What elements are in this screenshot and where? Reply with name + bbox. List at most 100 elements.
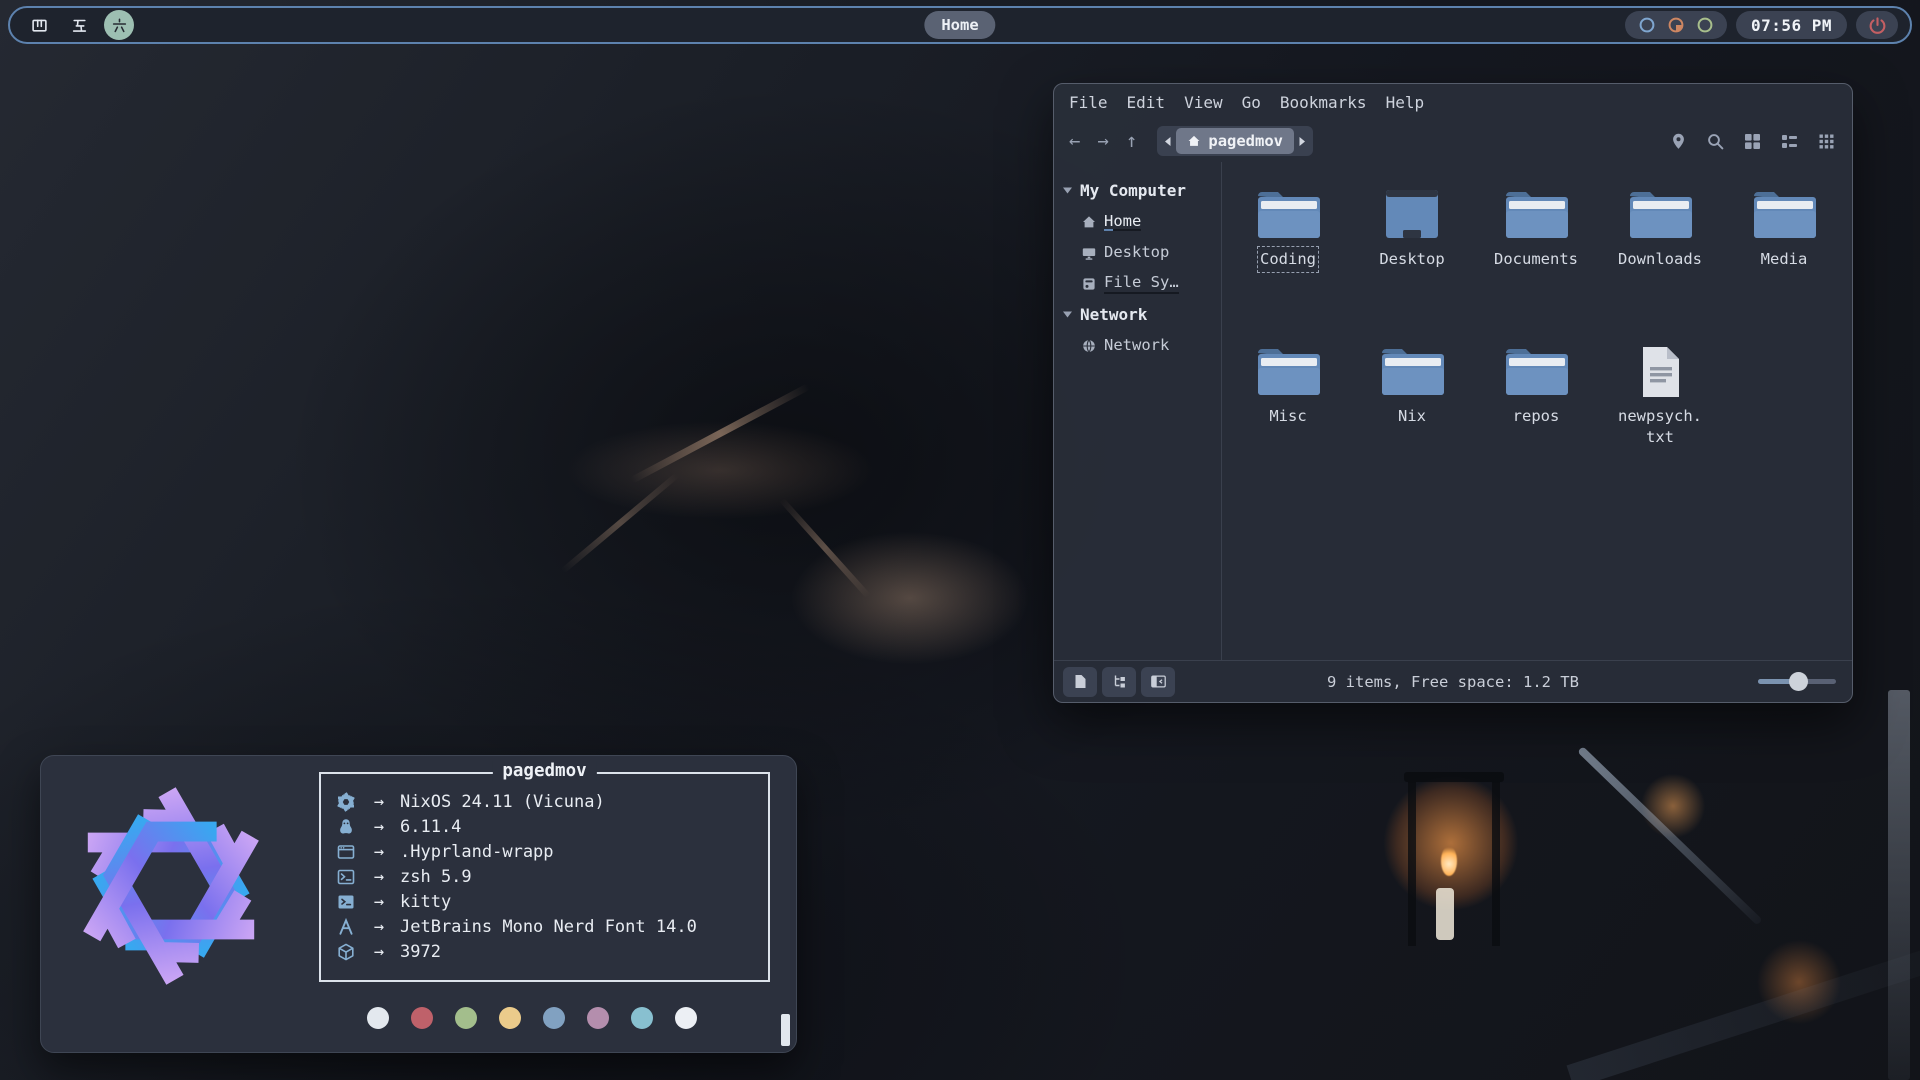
fetch-value: .Hyprland-wrapp	[400, 842, 554, 862]
menu-bar: File Edit View Go Bookmarks Help	[1054, 84, 1852, 120]
font-icon	[334, 917, 358, 937]
packages-icon	[334, 942, 358, 962]
sidebar-item-network[interactable]: Network	[1054, 330, 1221, 361]
forward-button[interactable]: →	[1097, 130, 1108, 152]
color-palette	[367, 1007, 697, 1029]
lantern	[1404, 772, 1504, 782]
palette-dot	[675, 1007, 697, 1029]
wm-icon	[334, 842, 358, 862]
menu-edit[interactable]: Edit	[1127, 93, 1166, 112]
circle-outline-green-icon	[1696, 16, 1714, 34]
power-button[interactable]	[1856, 11, 1898, 39]
file-nix[interactable]: Nix	[1350, 329, 1474, 486]
menu-view[interactable]: View	[1184, 93, 1223, 112]
circle-outline-blue-icon	[1638, 16, 1656, 34]
search-icon[interactable]	[1706, 132, 1725, 151]
file-misc[interactable]: Misc	[1226, 329, 1350, 486]
sidebar-item-home[interactable]: Home	[1054, 206, 1221, 237]
arrow-icon: →	[358, 917, 400, 937]
slider-knob[interactable]	[1789, 672, 1808, 691]
desktop-icon	[1081, 245, 1097, 261]
file-desktop[interactable]: Desktop	[1350, 172, 1474, 329]
fetch-rows: →NixOS 24.11 (Vicuna)→6.11.4→.Hyprland-w…	[321, 774, 768, 964]
path-segment-button[interactable]: pagedmov	[1176, 128, 1294, 154]
menu-bookmarks[interactable]: Bookmarks	[1280, 93, 1367, 112]
nav-buttons: ← → ↑	[1069, 130, 1137, 152]
fetch-row-terminal: →kitty	[334, 889, 768, 914]
arrow-icon: →	[358, 892, 400, 912]
power-icon	[1868, 16, 1887, 35]
location-pin-icon[interactable]	[1669, 132, 1688, 151]
file-label: Media	[1761, 249, 1808, 270]
section-label: My Computer	[1080, 181, 1186, 200]
toolbar-actions	[1669, 132, 1836, 151]
folder-icon	[1256, 184, 1320, 240]
menu-help[interactable]: Help	[1386, 93, 1425, 112]
status-indicators	[1625, 11, 1727, 39]
path-scroll-left-icon[interactable]	[1159, 136, 1176, 147]
side-pane-toggle-button[interactable]	[1141, 667, 1175, 697]
file-label: Nix	[1398, 406, 1426, 427]
file-label: newpsych.txt	[1616, 406, 1704, 448]
back-button[interactable]: ←	[1069, 130, 1080, 152]
sidebar-section-my-computer[interactable]: My Computer	[1054, 175, 1221, 206]
menu-file[interactable]: File	[1069, 93, 1108, 112]
fetch-widget: pagedmov →NixOS 24.11 (Vicuna)→6.11.4→.H…	[40, 755, 797, 1053]
sidebar-section-network[interactable]: Network	[1054, 299, 1221, 330]
folder-icon	[1504, 184, 1568, 240]
sidebar-item-filesy[interactable]: File Sy…	[1054, 268, 1221, 299]
drive-icon	[1081, 276, 1097, 292]
status-bar: 9 items, Free space: 1.2 TB	[1054, 660, 1852, 702]
file-coding[interactable]: Coding	[1226, 172, 1350, 329]
fetch-row-nixos: →NixOS 24.11 (Vicuna)	[334, 789, 768, 814]
arrow-icon: →	[358, 817, 400, 837]
arrow-icon: →	[358, 842, 400, 862]
palette-dot	[499, 1007, 521, 1029]
file-media[interactable]: Media	[1722, 172, 1846, 329]
compact-view-icon[interactable]	[1817, 132, 1836, 151]
candle-flame	[1441, 846, 1457, 876]
path-scroll-right-icon[interactable]	[1294, 136, 1311, 147]
folder-icon	[1256, 341, 1320, 397]
workspace-button[interactable]	[64, 10, 94, 40]
palette-dot	[587, 1007, 609, 1029]
folder-icon	[1504, 341, 1568, 397]
workspace-list	[24, 10, 134, 40]
kernel-icon	[334, 817, 358, 837]
list-view-icon[interactable]	[1780, 132, 1799, 151]
fetch-value: 6.11.4	[400, 817, 461, 837]
fetch-frame: pagedmov →NixOS 24.11 (Vicuna)→6.11.4→.H…	[319, 772, 770, 982]
file-label: Downloads	[1618, 249, 1702, 270]
file-downloads[interactable]: Downloads	[1598, 172, 1722, 329]
hair-highlight	[779, 498, 870, 599]
folder-icon	[1380, 341, 1444, 397]
workspace-button[interactable]	[24, 10, 54, 40]
section-label: Network	[1080, 305, 1147, 324]
menu-go[interactable]: Go	[1242, 93, 1261, 112]
workspace-active[interactable]	[104, 10, 134, 40]
file-label: Documents	[1494, 249, 1578, 270]
file-manager-window: File Edit View Go Bookmarks Help ← → ↑ pagedmov…	[1053, 83, 1853, 703]
arrow-icon: →	[358, 942, 400, 962]
chevron-down-icon	[1063, 187, 1072, 194]
palette-dot	[455, 1007, 477, 1029]
file-repos[interactable]: repos	[1474, 329, 1598, 486]
sidebar-item-desktop[interactable]: Desktop	[1054, 237, 1221, 268]
icon-view-icon[interactable]	[1743, 132, 1762, 151]
files-view-button[interactable]	[1063, 667, 1097, 697]
file-grid: CodingDesktop Documents Downloads Media Misc…	[1222, 162, 1852, 660]
globe-icon	[1081, 338, 1097, 354]
zoom-slider[interactable]	[1758, 672, 1836, 691]
file-documents[interactable]: Documents	[1474, 172, 1598, 329]
status-text: 9 items, Free space: 1.2 TB	[1327, 673, 1579, 691]
fetch-row-shell: →zsh 5.9	[334, 864, 768, 889]
shell-icon	[334, 867, 358, 887]
file-newpsych-txt[interactable]: newpsych.txt	[1598, 329, 1722, 486]
tree-view-button[interactable]	[1102, 667, 1136, 697]
fetch-value: zsh 5.9	[400, 867, 472, 887]
up-button[interactable]: ↑	[1126, 130, 1137, 152]
file-label: Misc	[1269, 406, 1306, 427]
fetch-row-font: →JetBrains Mono Nerd Font 14.0	[334, 914, 768, 939]
sidebar-item-label: Desktop	[1104, 243, 1169, 262]
arrow-icon: →	[358, 792, 400, 812]
